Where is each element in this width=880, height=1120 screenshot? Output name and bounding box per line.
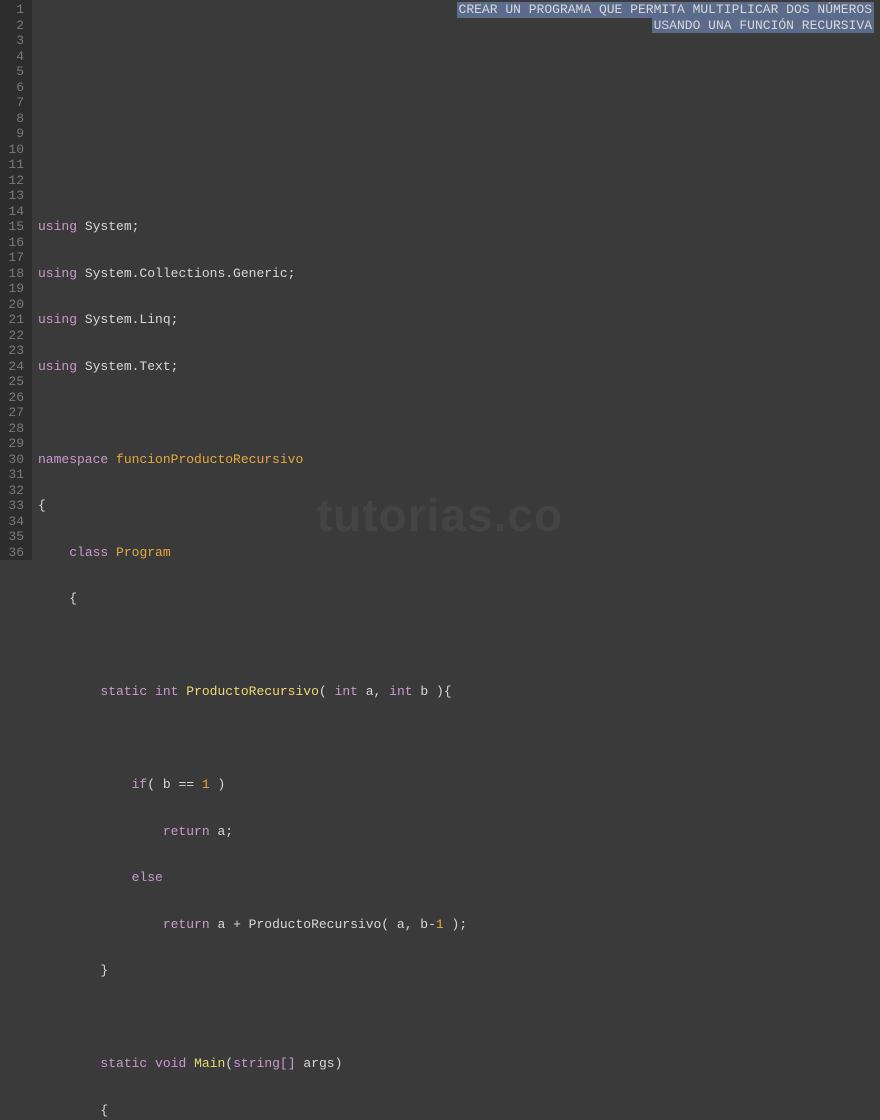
line-number: 11 [6, 157, 24, 173]
line-number: 17 [6, 250, 24, 266]
selected-text-line2[interactable]: USANDO UNA FUNCIÓN RECURSIVA [652, 18, 874, 34]
line-number: 20 [6, 297, 24, 313]
code-line[interactable]: { [38, 498, 880, 514]
line-number: 12 [6, 173, 24, 189]
line-number: 4 [6, 49, 24, 65]
code-line[interactable] [38, 126, 880, 142]
line-number: 32 [6, 483, 24, 499]
line-number: 28 [6, 421, 24, 437]
line-number: 15 [6, 219, 24, 235]
line-number: 3 [6, 33, 24, 49]
code-line[interactable] [38, 731, 880, 747]
line-number: 8 [6, 111, 24, 127]
line-number: 31 [6, 467, 24, 483]
line-number: 2 [6, 18, 24, 34]
code-line[interactable]: using System.Text; [38, 359, 880, 375]
code-line[interactable]: } [38, 963, 880, 979]
line-number: 1 [6, 2, 24, 18]
line-number: 29 [6, 436, 24, 452]
line-number: 19 [6, 281, 24, 297]
code-line[interactable] [38, 405, 880, 421]
line-number: 30 [6, 452, 24, 468]
selected-text-line1[interactable]: CREAR UN PROGRAMA QUE PERMITA MULTIPLICA… [457, 2, 874, 18]
code-line[interactable]: { [38, 1103, 880, 1119]
line-number: 33 [6, 498, 24, 514]
code-line[interactable]: using System; [38, 219, 880, 235]
code-line[interactable]: { [38, 591, 880, 607]
line-number: 14 [6, 204, 24, 220]
code-line[interactable]: return a; [38, 824, 880, 840]
code-line[interactable]: return a + ProductoRecursivo( a, b-1 ); [38, 917, 880, 933]
code-line[interactable]: namespace funcionProductoRecursivo [38, 452, 880, 468]
code-line[interactable] [38, 638, 880, 654]
code-line[interactable]: using System.Linq; [38, 312, 880, 328]
line-number: 27 [6, 405, 24, 421]
line-number: 13 [6, 188, 24, 204]
line-number: 21 [6, 312, 24, 328]
line-number: 36 [6, 545, 24, 561]
code-line[interactable] [38, 173, 880, 189]
line-number-gutter: 1234567891011121314151617181920212223242… [0, 0, 32, 560]
code-editor[interactable]: 1234567891011121314151617181920212223242… [0, 0, 880, 560]
line-number: 9 [6, 126, 24, 142]
code-line[interactable]: else [38, 870, 880, 886]
line-number: 23 [6, 343, 24, 359]
line-number: 10 [6, 142, 24, 158]
code-line[interactable]: class Program [38, 545, 880, 561]
code-area[interactable]: CREAR UN PROGRAMA QUE PERMITA MULTIPLICA… [32, 0, 880, 560]
code-line[interactable]: static void Main(string[] args) [38, 1056, 880, 1072]
line-number: 34 [6, 514, 24, 530]
line-number: 7 [6, 95, 24, 111]
line-number: 26 [6, 390, 24, 406]
line-number: 16 [6, 235, 24, 251]
line-number: 24 [6, 359, 24, 375]
line-number: 25 [6, 374, 24, 390]
line-number: 35 [6, 529, 24, 545]
code-line[interactable] [38, 1010, 880, 1026]
code-line[interactable]: if( b == 1 ) [38, 777, 880, 793]
line-number: 5 [6, 64, 24, 80]
code-line[interactable] [38, 80, 880, 96]
line-number: 6 [6, 80, 24, 96]
line-number: 18 [6, 266, 24, 282]
line-number: 22 [6, 328, 24, 344]
code-line[interactable]: using System.Collections.Generic; [38, 266, 880, 282]
code-line[interactable]: static int ProductoRecursivo( int a, int… [38, 684, 880, 700]
